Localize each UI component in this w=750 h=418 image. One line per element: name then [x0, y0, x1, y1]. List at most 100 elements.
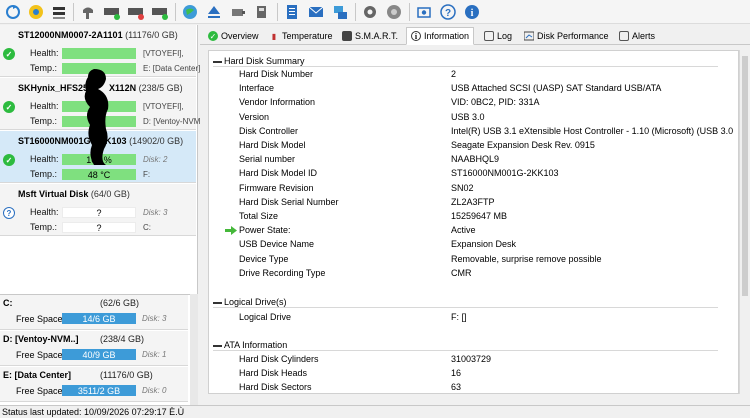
info-key: Vendor Information: [239, 97, 316, 108]
volume-disk: Disk: 1: [142, 350, 167, 359]
drive-temp-icon[interactable]: [126, 2, 146, 22]
info-key: Drive Recording Type: [239, 267, 326, 278]
check-icon: ✓: [3, 48, 15, 60]
info-row: Logical Drive F: []: [209, 311, 724, 325]
info-row: Disk Controller Intel(R) USB 3.1 eXtensib…: [209, 125, 733, 139]
help-icon[interactable]: ?: [438, 2, 458, 22]
disk-side-info: [VTOYEFI],: [143, 49, 184, 58]
temp-label: Temp.:: [30, 63, 58, 73]
volume-item[interactable]: C: (62/6 GB) Free Space 14/6 GB Disk: 3: [0, 295, 188, 330]
info-row: Hard Disk Number 2: [209, 68, 724, 82]
section-header[interactable]: Logical Drive(s): [213, 297, 287, 307]
disk-size: (14902/0 GB): [129, 136, 184, 146]
info-key: Logical Drive: [239, 312, 292, 322]
info-value: 2: [451, 69, 457, 79]
check-icon: ✓: [3, 101, 15, 113]
mail-icon[interactable]: [306, 2, 326, 22]
volume-item[interactable]: D: [Ventoy-NVM..] (238/4 GB) Free Space …: [0, 331, 188, 366]
disk-volume-info: E: [Data Center]: [143, 64, 201, 73]
info-value: Seagate Expansion Desk Rev. 0915: [451, 140, 595, 150]
info-row: Firmware Revision SN02: [209, 182, 724, 196]
globe-icon[interactable]: [180, 2, 200, 22]
info-row: USB Device Name Expansion Desk: [209, 238, 724, 252]
volume-scrollbar[interactable]: [190, 294, 198, 405]
temp-bar: ?: [62, 222, 136, 233]
volume-name: E: [Data Center]: [3, 370, 72, 380]
health-label: Health:: [30, 154, 59, 164]
info-value: F: []: [451, 312, 467, 322]
scan-icon[interactable]: [26, 2, 46, 22]
drive-check-icon[interactable]: [150, 2, 170, 22]
tab-smart[interactable]: S.M.A.R.T.: [338, 27, 402, 45]
health-label: Health:: [30, 101, 59, 111]
volume-name: D: [Ventoy-NVM..]: [3, 334, 79, 344]
health-label: Health:: [30, 48, 59, 58]
disk-size: (238/5 GB): [138, 83, 183, 93]
disk-size: (64/0 GB): [90, 189, 130, 199]
info-row: Total Size 15259647 MB: [209, 210, 724, 224]
temp-label: Temp.:: [30, 116, 58, 126]
disk-list-icon[interactable]: [49, 2, 69, 22]
info-key: Hard Disk Model: [239, 140, 306, 150]
disk-number: Disk: 2: [143, 155, 168, 164]
info-value: VID: 0BC2, PID: 331A: [451, 97, 540, 108]
removable-icon[interactable]: [252, 2, 272, 22]
info-key: Hard Disk Model ID: [239, 168, 318, 179]
info-key: Device Type: [239, 253, 289, 264]
tab-information[interactable]: i Information: [406, 27, 475, 45]
volume-disk: Disk: 0: [142, 386, 167, 395]
info-row: Hard Disk Model ID ST16000NM001G-2KK103: [209, 167, 724, 181]
content-scrollbar[interactable]: [739, 50, 750, 394]
health-bar: ?: [62, 207, 136, 218]
volume-size: (11176/0 GB): [100, 370, 153, 380]
speaker-icon[interactable]: [384, 2, 404, 22]
drive-health-icon[interactable]: [102, 2, 122, 22]
info-row: Serial number NAABHQL9: [209, 153, 724, 167]
free-space-label: Free Space: [16, 386, 63, 396]
tab-log[interactable]: Log: [480, 27, 516, 45]
alert-icon: [619, 31, 629, 41]
info-row: Hard Disk Serial Number ZL2A3FTP: [209, 196, 724, 210]
disk-size: (11176/0 GB): [125, 30, 178, 40]
info-row: Version USB 3.0: [209, 111, 724, 125]
disk-name: ST12000NM0007-2A1101: [18, 30, 123, 40]
network-icon[interactable]: [330, 2, 350, 22]
usb-icon[interactable]: [228, 2, 248, 22]
info-value: CMR: [451, 267, 472, 278]
disk-item[interactable]: Msft Virtual Disk (64/0 GB) ? Health: ? …: [0, 184, 196, 236]
notes-icon[interactable]: [282, 2, 302, 22]
settings-icon[interactable]: [360, 2, 380, 22]
acoustic-icon[interactable]: [78, 2, 98, 22]
tab-disk-performance[interactable]: Disk Performance: [520, 27, 613, 45]
info-icon[interactable]: i: [462, 2, 482, 22]
tab-temperature[interactable]: ▮ Temperature: [265, 27, 337, 45]
info-value: USB 3.0: [451, 111, 485, 122]
thermometer-icon: ▮: [271, 31, 277, 41]
tab-bar: ✓ Overview ▮ Temperature S.M.A.R.T. i In…: [200, 25, 750, 45]
tab-alerts[interactable]: Alerts: [615, 27, 659, 45]
check-icon: ✓: [3, 154, 15, 166]
temp-label: Temp.:: [30, 169, 58, 179]
info-row: Device Type Removable, surprise remove po…: [209, 253, 724, 267]
screenshot-icon[interactable]: [414, 2, 434, 22]
info-row: Hard Disk Heads 16: [209, 367, 724, 381]
info-value: Intel(R) USB 3.1 eXtensible Host Control…: [451, 125, 734, 136]
scrollbar-thumb[interactable]: [742, 56, 748, 296]
eject-icon[interactable]: [204, 2, 224, 22]
tab-overview[interactable]: ✓ Overview: [204, 27, 263, 45]
info-row: Hard Disk Cylinders 31003729: [209, 353, 724, 367]
smart-icon: [342, 31, 352, 41]
info-row: Drive Recording Type CMR: [209, 267, 724, 281]
disk-number: Disk: 3: [143, 208, 168, 217]
section-header[interactable]: ATA Information: [213, 340, 287, 350]
info-row: Vendor Information VID: 0BC2, PID: 331A: [209, 96, 724, 110]
refresh-icon[interactable]: [3, 2, 23, 22]
section-header[interactable]: Hard Disk Summary: [213, 56, 305, 66]
volume-item[interactable]: E: [Data Center] (11176/0 GB) Free Space…: [0, 367, 188, 402]
disk-volume-info: C:: [143, 223, 151, 232]
information-panel: Hard Disk Summary Hard Disk Number 2 Inter…: [208, 50, 739, 394]
info-value: USB Attached SCSI (UASP) SAT Standard US…: [451, 83, 662, 94]
info-key: Hard Disk Cylinders: [239, 354, 319, 364]
info-value: 31003729: [451, 354, 492, 364]
volume-size: (238/4 GB): [100, 334, 145, 344]
